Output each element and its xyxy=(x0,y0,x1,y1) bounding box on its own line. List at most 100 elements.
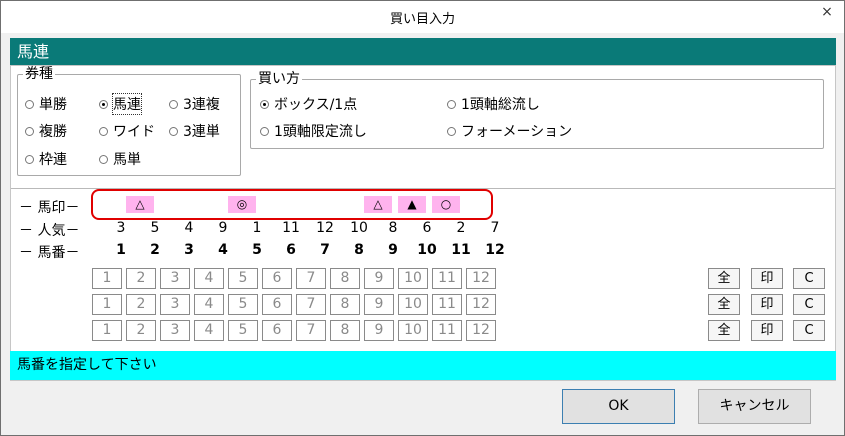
radio-indicator[interactable] xyxy=(99,126,108,136)
horse-number: 11 xyxy=(451,242,471,258)
horse-select-button[interactable]: 9 xyxy=(364,268,394,289)
ticket-type-label: 券種 xyxy=(23,66,55,82)
radio-indicator[interactable] xyxy=(447,99,456,109)
radio-indicator[interactable] xyxy=(447,126,456,136)
horse-select-button[interactable]: 10 xyxy=(398,294,428,315)
popularity-value: 1 xyxy=(252,220,262,236)
radio-indicator[interactable] xyxy=(99,99,108,109)
horse-select-button[interactable]: 4 xyxy=(194,268,224,289)
horse-mark[interactable]: △ xyxy=(126,196,154,213)
radio-ticket-sanrenpuku[interactable]: 3連複 xyxy=(169,94,220,114)
radio-ticket-wakuren[interactable]: 枠連 xyxy=(25,149,67,169)
horse-number: 8 xyxy=(354,242,364,258)
horse-mark[interactable]: △ xyxy=(364,196,392,213)
horse-select-button[interactable]: 11 xyxy=(432,294,462,315)
popularity-value: 11 xyxy=(282,220,300,236)
horse-select-button[interactable]: 1 xyxy=(92,268,122,289)
cancel-button[interactable]: キャンセル xyxy=(698,389,811,424)
radio-buy-axis-all[interactable]: 1頭軸総流し xyxy=(447,94,540,114)
title-bar: 買い目入力 × xyxy=(1,1,844,33)
horse-select-button[interactable]: 5 xyxy=(228,294,258,315)
horse-select-button[interactable]: 3 xyxy=(160,294,190,315)
horse-select-button[interactable]: 7 xyxy=(296,268,326,289)
radio-label: 馬連 xyxy=(112,93,142,115)
horse-select-button[interactable]: 9 xyxy=(364,294,394,315)
horse-select-button[interactable]: 2 xyxy=(126,320,156,341)
clear-button[interactable]: C xyxy=(793,294,825,315)
horse-select-button[interactable]: 7 xyxy=(296,320,326,341)
horse-select-button[interactable]: 10 xyxy=(398,268,428,289)
horse-select-button[interactable]: 12 xyxy=(466,268,496,289)
radio-label: ワイド xyxy=(113,124,155,140)
status-message: 馬番を指定して下さい xyxy=(10,351,836,380)
horse-select-button[interactable]: 7 xyxy=(296,294,326,315)
radio-label: 3連単 xyxy=(183,124,220,140)
horse-select-button[interactable]: 3 xyxy=(160,320,190,341)
radio-ticket-tansho[interactable]: 単勝 xyxy=(25,94,67,114)
popularity-value: 9 xyxy=(218,220,228,236)
horse-select-button[interactable]: 11 xyxy=(432,268,462,289)
radio-buy-axis-limited[interactable]: 1頭軸限定流し xyxy=(260,121,367,141)
radio-indicator[interactable] xyxy=(25,126,34,136)
popularity-value: 4 xyxy=(184,220,194,236)
horse-select-button[interactable]: 6 xyxy=(262,320,292,341)
horse-select-button[interactable]: 5 xyxy=(228,268,258,289)
radio-label: 単勝 xyxy=(39,97,67,113)
radio-buy-formation[interactable]: フォーメーション xyxy=(447,121,572,141)
popularity-value: 7 xyxy=(490,220,500,236)
horse-mark[interactable]: ▲ xyxy=(398,196,426,213)
horse-select-button[interactable]: 6 xyxy=(262,268,292,289)
horse-select-button[interactable]: 5 xyxy=(228,320,258,341)
select-marked-button[interactable]: 印 xyxy=(751,294,783,315)
select-all-button[interactable]: 全 xyxy=(708,320,740,341)
clear-button[interactable]: C xyxy=(793,268,825,289)
select-marked-button[interactable]: 印 xyxy=(751,268,783,289)
horse-select-button[interactable]: 9 xyxy=(364,320,394,341)
horse-select-button[interactable]: 8 xyxy=(330,320,360,341)
select-marked-button[interactable]: 印 xyxy=(751,320,783,341)
horse-number: 2 xyxy=(150,242,160,258)
popularity-value: 12 xyxy=(316,220,334,236)
horse-select-button[interactable]: 4 xyxy=(194,294,224,315)
radio-ticket-wide[interactable]: ワイド xyxy=(99,121,155,141)
popularity-value: 2 xyxy=(456,220,466,236)
horse-select-button[interactable]: 12 xyxy=(466,294,496,315)
horse-mark[interactable]: ○ xyxy=(432,196,460,213)
horse-number: 5 xyxy=(252,242,262,258)
clear-button[interactable]: C xyxy=(793,320,825,341)
horse-number: 7 xyxy=(320,242,330,258)
select-all-button[interactable]: 全 xyxy=(708,294,740,315)
radio-ticket-sanrentan[interactable]: 3連単 xyxy=(169,121,220,141)
horse-select-button[interactable]: 10 xyxy=(398,320,428,341)
buy-method-label: 買い方 xyxy=(256,71,302,87)
radio-indicator[interactable] xyxy=(260,126,269,136)
radio-indicator[interactable] xyxy=(25,154,34,164)
horse-select-button[interactable]: 8 xyxy=(330,268,360,289)
horse-select-button[interactable]: 6 xyxy=(262,294,292,315)
horse-select-button[interactable]: 3 xyxy=(160,268,190,289)
ok-button[interactable]: OK xyxy=(562,389,675,424)
horse-select-button[interactable]: 8 xyxy=(330,294,360,315)
radio-indicator[interactable] xyxy=(99,154,108,164)
horse-select-button[interactable]: 11 xyxy=(432,320,462,341)
radio-ticket-umatan[interactable]: 馬単 xyxy=(99,149,141,169)
radio-indicator[interactable] xyxy=(169,99,178,109)
horse-select-button[interactable]: 12 xyxy=(466,320,496,341)
horse-number: 9 xyxy=(388,242,398,258)
radio-label: 1頭軸限定流し xyxy=(274,124,367,140)
horse-select-button[interactable]: 2 xyxy=(126,268,156,289)
horse-number: 4 xyxy=(218,242,228,258)
horse-select-button[interactable]: 1 xyxy=(92,294,122,315)
radio-ticket-fukusho[interactable]: 複勝 xyxy=(25,121,67,141)
horse-select-button[interactable]: 1 xyxy=(92,320,122,341)
radio-indicator[interactable] xyxy=(260,99,269,109)
horse-select-button[interactable]: 2 xyxy=(126,294,156,315)
radio-indicator[interactable] xyxy=(169,126,178,136)
radio-indicator[interactable] xyxy=(25,99,34,109)
select-all-button[interactable]: 全 xyxy=(708,268,740,289)
close-icon[interactable]: × xyxy=(810,1,844,23)
horse-select-button[interactable]: 4 xyxy=(194,320,224,341)
horse-mark[interactable]: ◎ xyxy=(228,196,256,213)
radio-buy-box[interactable]: ボックス/1点 xyxy=(260,94,357,114)
radio-ticket-umaren[interactable]: 馬連 xyxy=(99,93,142,115)
